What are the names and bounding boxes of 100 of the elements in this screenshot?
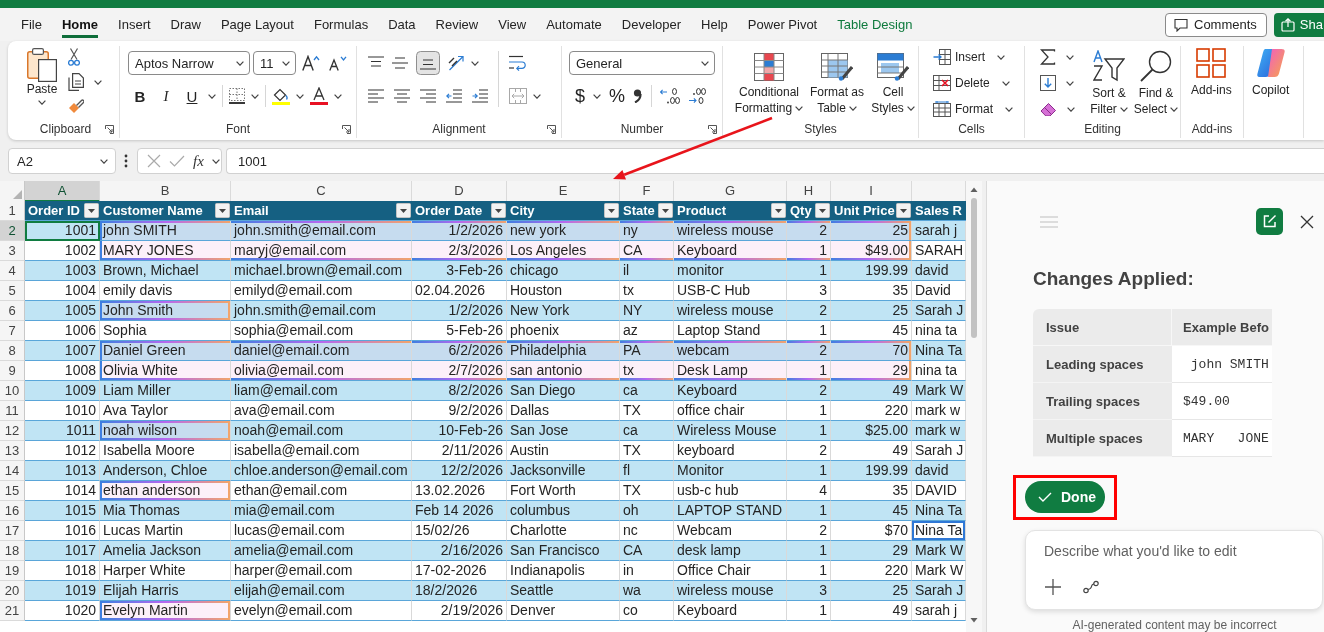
- align-bottom-icon[interactable]: [416, 51, 440, 75]
- italic-button[interactable]: I: [156, 85, 176, 107]
- delete-cells-button[interactable]: Delete: [933, 72, 1024, 94]
- documents-icon[interactable]: [68, 73, 84, 91]
- currency-button[interactable]: $: [575, 85, 585, 107]
- merge-cells-icon[interactable]: [509, 88, 527, 104]
- add-ins-button[interactable]: Add-ins: [1191, 46, 1232, 120]
- row-header[interactable]: 2: [0, 221, 25, 241]
- align-center-icon[interactable]: [394, 89, 410, 103]
- caret-icon[interactable]: [1066, 54, 1074, 60]
- paintbrush-icon[interactable]: [68, 98, 84, 114]
- name-box[interactable]: A2: [8, 148, 116, 174]
- share-button[interactable]: Sha: [1273, 12, 1324, 37]
- menu-tab[interactable]: Data: [388, 11, 416, 38]
- caret-icon[interactable]: [94, 79, 102, 85]
- row-header[interactable]: 5: [0, 281, 25, 301]
- connector-icon[interactable]: [1083, 580, 1099, 594]
- vertical-scrollbar[interactable]: [966, 181, 982, 632]
- menu-tab[interactable]: View: [498, 11, 527, 38]
- increase-decimal-icon[interactable]: [660, 88, 681, 104]
- column-header[interactable]: E: [507, 181, 620, 202]
- row-header[interactable]: 21: [0, 601, 25, 621]
- column-header[interactable]: D: [412, 181, 507, 202]
- copilot-button[interactable]: Copilot: [1252, 46, 1290, 120]
- caret-icon[interactable]: [593, 93, 601, 99]
- column-header[interactable]: B: [100, 181, 231, 202]
- caret-icon[interactable]: [533, 93, 541, 99]
- paste-button[interactable]: Paste: [26, 48, 58, 120]
- row-header[interactable]: 16: [0, 501, 25, 521]
- column-header[interactable]: I: [831, 181, 912, 202]
- percent-button[interactable]: %: [609, 85, 626, 107]
- row-header[interactable]: 13: [0, 441, 25, 461]
- letter-a-down-icon[interactable]: [329, 55, 347, 71]
- row-header[interactable]: 1: [0, 201, 25, 221]
- find-select-button[interactable]: Find & Select: [1132, 46, 1180, 120]
- insert-function-button[interactable]: fx: [193, 152, 204, 170]
- row-header[interactable]: 11: [0, 401, 25, 421]
- menu-tab[interactable]: Formulas: [313, 11, 369, 38]
- menu-tab[interactable]: Developer: [621, 11, 682, 38]
- borders-icon[interactable]: [229, 88, 245, 104]
- dialog-launcher-icon[interactable]: [708, 125, 717, 134]
- caret-icon[interactable]: [211, 158, 220, 164]
- dialog-launcher-icon[interactable]: [105, 125, 114, 134]
- decrease-indent-icon[interactable]: [446, 89, 462, 103]
- scissors-icon[interactable]: [68, 48, 80, 66]
- caret-icon[interactable]: [471, 60, 479, 66]
- align-middle-icon[interactable]: [392, 56, 408, 70]
- row-header[interactable]: 19: [0, 561, 25, 581]
- dialog-launcher-icon[interactable]: [342, 125, 351, 134]
- sigma-icon[interactable]: [1040, 49, 1056, 65]
- menu-tab[interactable]: Page Layout: [220, 11, 294, 38]
- menu-tab[interactable]: Home: [61, 11, 99, 38]
- letter-a-up-icon[interactable]: [302, 55, 320, 71]
- text-input[interactable]: Describe what you'd like to edit: [1044, 540, 1312, 562]
- caret-icon[interactable]: [334, 93, 342, 99]
- row-header[interactable]: 15: [0, 481, 25, 501]
- menu-tab[interactable]: Automate: [546, 11, 602, 38]
- wrap-text-icon[interactable]: [509, 54, 527, 72]
- row-header[interactable]: 4: [0, 261, 25, 281]
- align-left-icon[interactable]: [368, 89, 384, 103]
- row-header[interactable]: 20: [0, 581, 25, 601]
- menu-tab[interactable]: Power Pivot: [747, 11, 818, 38]
- format-as-table-button[interactable]: Format as Table: [808, 46, 866, 120]
- column-header[interactable]: C: [231, 181, 412, 202]
- font-color-icon[interactable]: [310, 87, 328, 105]
- column-header[interactable]: G: [674, 181, 787, 202]
- row-header[interactable]: 14: [0, 461, 25, 481]
- menu-tab[interactable]: Insert: [118, 11, 151, 38]
- formula-field[interactable]: 1001: [226, 148, 1324, 174]
- align-top-icon[interactable]: [368, 56, 384, 70]
- row-header[interactable]: 17: [0, 521, 25, 541]
- column-header[interactable]: H: [787, 181, 831, 202]
- compose-icon[interactable]: [1256, 208, 1283, 235]
- row-header[interactable]: 3: [0, 241, 25, 261]
- insert-cells-button[interactable]: Insert: [933, 46, 1024, 68]
- angled-text-icon[interactable]: [448, 55, 466, 71]
- menu-tab[interactable]: File: [21, 11, 42, 38]
- row-header[interactable]: 7: [0, 321, 25, 341]
- plus-icon[interactable]: [1045, 579, 1061, 595]
- menu-tab[interactable]: Help: [701, 11, 728, 38]
- caret-icon[interactable]: [1067, 106, 1075, 112]
- row-header[interactable]: 18: [0, 541, 25, 561]
- comma-icon[interactable]: [633, 89, 644, 103]
- cell-styles-button[interactable]: Cell Styles: [870, 46, 916, 120]
- column-header[interactable]: A: [25, 181, 100, 202]
- column-header[interactable]: [912, 181, 966, 202]
- underline-button[interactable]: U: [182, 85, 202, 107]
- bold-button[interactable]: B: [130, 85, 150, 107]
- close-icon[interactable]: [1300, 214, 1314, 229]
- vertical-dots-icon[interactable]: [124, 154, 128, 168]
- format-cells-button[interactable]: Format: [933, 98, 1024, 120]
- increase-indent-icon[interactable]: [472, 89, 488, 103]
- arrow-down-box-icon[interactable]: [1040, 75, 1056, 91]
- sort-filter-button[interactable]: Sort & Filter: [1088, 46, 1130, 120]
- row-header[interactable]: 10: [0, 381, 25, 401]
- checkmark-icon[interactable]: [169, 155, 185, 167]
- align-right-icon[interactable]: [420, 89, 436, 103]
- menu-tab[interactable]: Draw: [170, 11, 201, 38]
- caret-icon[interactable]: [1066, 80, 1074, 86]
- font-size-dropdown[interactable]: 11: [253, 51, 296, 75]
